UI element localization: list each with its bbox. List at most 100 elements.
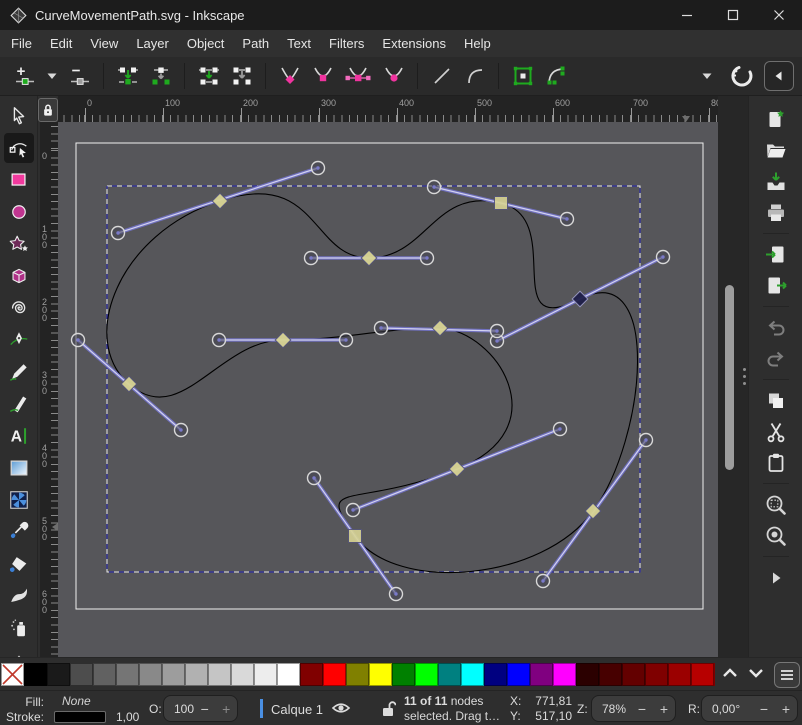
menu-item-view[interactable]: View xyxy=(81,32,127,55)
menu-item-help[interactable]: Help xyxy=(455,32,500,55)
color-swatch[interactable] xyxy=(668,663,691,686)
insert-node-options-dropdown[interactable] xyxy=(41,61,63,91)
opacity-increase-button[interactable]: + xyxy=(216,701,237,717)
color-swatch[interactable] xyxy=(300,663,323,686)
object-to-path-button[interactable] xyxy=(506,61,539,91)
tool-box-3d[interactable] xyxy=(4,261,34,291)
node-auto-button[interactable] xyxy=(377,61,410,91)
color-swatch[interactable] xyxy=(461,663,484,686)
tool-selector[interactable] xyxy=(4,101,34,131)
palette-scroll-up[interactable] xyxy=(722,666,738,684)
color-swatch[interactable] xyxy=(208,663,231,686)
path-node-diamond[interactable] xyxy=(212,193,228,209)
redo-button[interactable] xyxy=(759,343,793,374)
join-with-segment-button[interactable] xyxy=(192,61,225,91)
color-swatch[interactable] xyxy=(47,663,70,686)
commands-expand-more[interactable] xyxy=(759,562,793,593)
layer-lock-icon[interactable] xyxy=(380,700,396,720)
opacity-value[interactable]: 100 xyxy=(164,702,194,716)
color-swatch[interactable] xyxy=(369,663,392,686)
color-swatch[interactable] xyxy=(70,663,93,686)
color-swatch[interactable] xyxy=(484,663,507,686)
path-node-diamond[interactable] xyxy=(432,320,448,336)
path-node-diamond[interactable] xyxy=(361,250,377,266)
rotation-value[interactable]: 0,00° xyxy=(702,702,753,716)
paste-button[interactable] xyxy=(759,447,793,478)
path-node-diamond[interactable] xyxy=(449,461,465,477)
menu-item-filters[interactable]: Filters xyxy=(320,32,373,55)
swatch-none[interactable] xyxy=(1,663,24,686)
palette-menu-button[interactable] xyxy=(774,662,800,688)
collapse-toolbar-button[interactable] xyxy=(764,61,794,91)
color-swatch[interactable] xyxy=(622,663,645,686)
tool-mesh-gradient[interactable] xyxy=(4,485,34,515)
new-document-button[interactable] xyxy=(759,104,793,135)
ruler-lock[interactable] xyxy=(38,98,58,122)
rotation-stepper[interactable]: 0,00° − + xyxy=(701,695,798,722)
tool-text[interactable]: A xyxy=(4,421,34,451)
undo-button[interactable] xyxy=(759,312,793,343)
color-swatch[interactable] xyxy=(346,663,369,686)
path-node-diamond[interactable] xyxy=(275,332,291,348)
print-button[interactable] xyxy=(759,197,793,228)
horizontal-ruler[interactable]: 0100200300400500600700800 xyxy=(58,96,718,122)
color-swatch[interactable] xyxy=(714,663,715,686)
menu-item-layer[interactable]: Layer xyxy=(127,32,178,55)
save-button[interactable] xyxy=(759,166,793,197)
vertical-ruler[interactable]: 01 0 02 0 03 0 04 0 05 0 06 0 0 xyxy=(40,122,58,657)
menu-item-file[interactable]: File xyxy=(2,32,41,55)
stroke-width-value[interactable]: 1,00 xyxy=(116,710,139,724)
color-swatch[interactable] xyxy=(139,663,162,686)
close-button[interactable] xyxy=(756,0,802,30)
vertical-scrollbar[interactable] xyxy=(725,285,734,470)
color-swatch[interactable] xyxy=(254,663,277,686)
zoom-decrease-button[interactable]: − xyxy=(631,701,653,717)
rotation-increase-button[interactable]: + xyxy=(775,701,797,717)
stroke-color-swatch[interactable] xyxy=(54,711,106,723)
node-corner-button[interactable] xyxy=(273,61,306,91)
color-swatch[interactable] xyxy=(530,663,553,686)
break-nodes-button[interactable] xyxy=(144,61,177,91)
rotation-decrease-button[interactable]: − xyxy=(753,701,775,717)
tool-node-editor[interactable] xyxy=(4,133,34,163)
tool-spiral[interactable] xyxy=(4,293,34,323)
tool-paint-bucket[interactable] xyxy=(4,549,34,579)
zoom-to-selection-button[interactable] xyxy=(759,489,793,520)
color-swatch[interactable] xyxy=(93,663,116,686)
color-swatch[interactable] xyxy=(116,663,139,686)
color-swatch[interactable] xyxy=(162,663,185,686)
maximize-button[interactable] xyxy=(710,0,756,30)
color-swatch[interactable] xyxy=(24,663,47,686)
color-swatch[interactable] xyxy=(576,663,599,686)
color-swatch[interactable] xyxy=(323,663,346,686)
color-swatch[interactable] xyxy=(438,663,461,686)
layer-name[interactable]: Calque 1 xyxy=(271,702,323,717)
dock-resize-grip[interactable] xyxy=(740,368,748,385)
path-node-square[interactable] xyxy=(349,530,362,543)
tool-tweak[interactable] xyxy=(4,581,34,611)
tool-ellipse[interactable] xyxy=(4,197,34,227)
color-swatch[interactable] xyxy=(691,663,714,686)
tool-pencil[interactable] xyxy=(4,357,34,387)
delete-node-button[interactable] xyxy=(63,61,96,91)
import-button[interactable] xyxy=(759,239,793,270)
menu-item-object[interactable]: Object xyxy=(178,32,234,55)
segment-curve-button[interactable] xyxy=(458,61,491,91)
export-button[interactable] xyxy=(759,270,793,301)
tool-dropper[interactable] xyxy=(4,517,34,547)
snap-options-button[interactable] xyxy=(725,61,758,91)
color-swatch[interactable] xyxy=(277,663,300,686)
canvas[interactable] xyxy=(58,122,718,657)
path-node-diamond[interactable] xyxy=(572,291,588,307)
tool-rectangle[interactable] xyxy=(4,165,34,195)
tool-star[interactable] xyxy=(4,229,34,259)
color-swatch[interactable] xyxy=(507,663,530,686)
node-smooth-button[interactable] xyxy=(306,61,339,91)
tool-spray[interactable] xyxy=(4,613,34,643)
opacity-stepper[interactable]: 100 − + xyxy=(163,695,238,722)
minimize-button[interactable] xyxy=(664,0,710,30)
insert-node-button[interactable] xyxy=(8,61,41,91)
color-swatch[interactable] xyxy=(185,663,208,686)
menu-item-path[interactable]: Path xyxy=(233,32,278,55)
menu-item-text[interactable]: Text xyxy=(278,32,320,55)
